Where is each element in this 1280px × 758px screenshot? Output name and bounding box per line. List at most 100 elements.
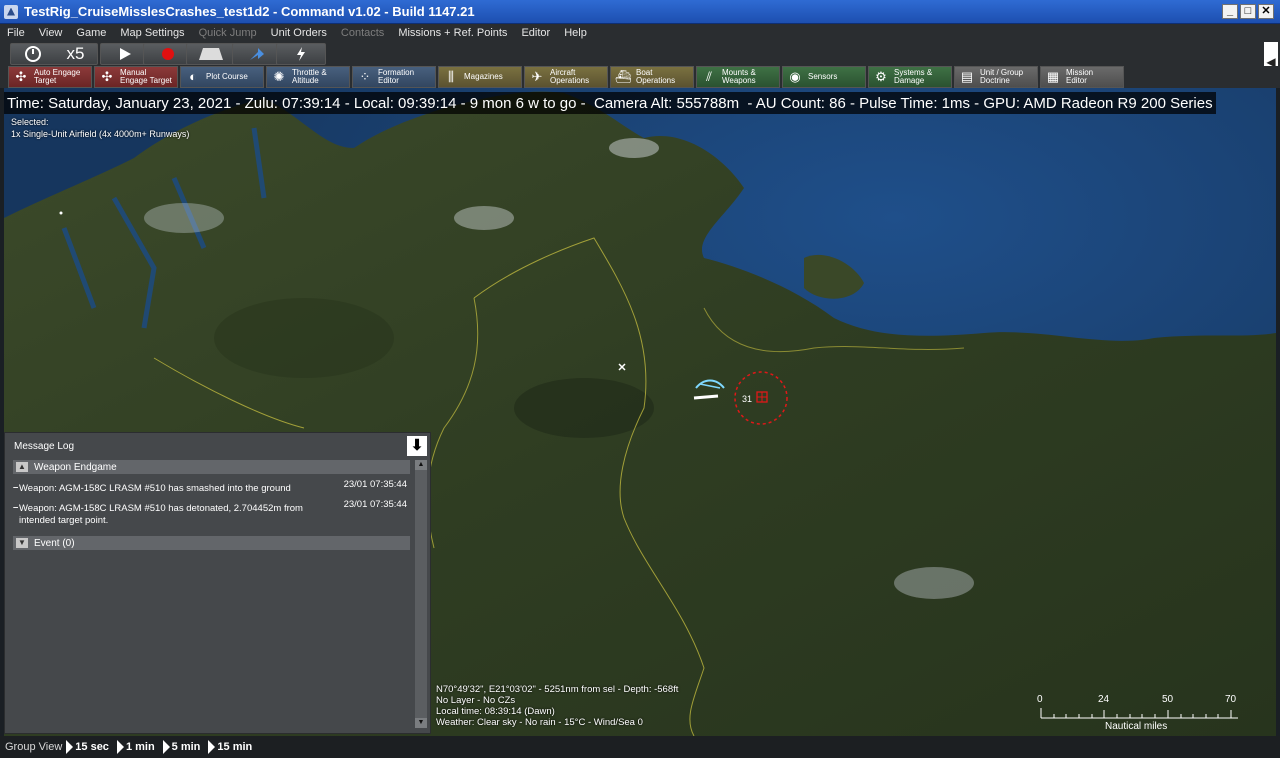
manual-engage-target-button[interactable]: ✣ Manual Engage Target [94,66,178,88]
time-compression-button[interactable]: x5 [10,43,98,65]
scale-tick-label: 70 [1225,694,1237,705]
window-controls: _ □ ✕ [1222,4,1274,19]
log-scrollbar[interactable]: ▲ ▼ [415,460,427,728]
menu-file[interactable]: File [0,27,32,39]
group-weapon-endgame[interactable]: ▲ Weapon Endgame [13,460,410,474]
mounts-weapons-button[interactable]: ⫽ Mounts & Weapons [696,66,780,88]
menu-missions[interactable]: Missions + Ref. Points [391,27,514,39]
contact-count-label: 31 [742,394,753,404]
target-icon: ✣ [15,69,27,84]
menu-game[interactable]: Game [69,27,113,39]
scroll-down-icon[interactable]: ▼ [415,718,427,728]
play-icon [162,740,170,754]
group-label: Event (0) [34,537,75,549]
scale-tick-label: 24 [1098,694,1110,705]
play-icon [116,740,124,754]
play-icon [208,740,216,754]
selected-value: 1x Single-Unit Airfield (4x 4000m+ Runwa… [11,129,190,139]
list-item[interactable]: – Weapon: AGM-158C LRASM #510 has detona… [13,499,413,529]
lightning-button[interactable] [276,43,326,65]
selected-label: Selected: [11,117,49,127]
status-line: Time: Saturday, January 23, 2021 - Zulu:… [4,92,1216,114]
cursor-local-time: Local time: 08:39:14 (Dawn) [436,706,555,717]
play-icon [120,48,131,60]
auto-engage-target-button[interactable]: ✣ Auto Engage Target [8,66,92,88]
scale-bar: 0 24 50 70 Nautical miles [1036,694,1246,734]
target-icon: ✣ [101,69,113,84]
group-event[interactable]: ▼ Event (0) [13,536,410,550]
throttle-icon: ✺ [273,69,285,84]
group-view-label: Group View [5,741,63,753]
bottom-bar: Group View 15 sec 1 min 5 min 15 min [0,736,1280,758]
expand-icon[interactable]: ▼ [16,538,28,548]
scroll-up-icon[interactable]: ▲ [415,460,427,470]
download-icon: ⬇ [410,437,424,454]
mission-icon: ▦ [1046,69,1060,84]
menu-bar: File View Game Map Settings Quick Jump U… [0,24,1280,42]
play-icon [66,740,74,754]
aircraft-icon: ✈ [531,69,543,84]
cursor-position: N70°49'32", E21°03'02" - 5251nm from sel… [436,684,679,695]
title-bar: TestRig_CruiseMisslesCrashes_test1d2 - C… [0,0,1280,24]
step-1-min-button[interactable]: 1 min [116,740,155,754]
boat-operations-button[interactable]: ⛴ Boat Operations [610,66,694,88]
message-log-title: Message Log [14,441,75,452]
menu-help[interactable]: Help [557,27,594,39]
menu-contacts[interactable]: Contacts [334,27,391,39]
plot-course-button[interactable]: ◐ Plot Course [180,66,264,88]
record-icon [162,48,174,60]
action-toolbar: ✣ Auto Engage Target ✣ Manual Engage Tar… [0,66,1280,88]
menu-quick-jump[interactable]: Quick Jump [192,27,264,39]
laptop-icon [199,48,223,60]
formation-icon: ⁘ [359,69,371,84]
menu-editor[interactable]: Editor [514,27,557,39]
scale-ruler [1040,708,1238,719]
step-15-sec-button[interactable]: 15 sec [66,740,109,754]
throttle-altitude-button[interactable]: ✺ Throttle & Altitude [266,66,350,88]
clock-icon [24,46,41,62]
map-cursor-info: N70°49'32", E21°03'02" - 5251nm from sel… [436,684,678,728]
step-5-min-button[interactable]: 5 min [162,740,200,754]
magazine-icon: ⫼ [448,69,454,84]
formation-editor-button[interactable]: ⁘ Formation Editor [352,66,436,88]
aircraft-operations-button[interactable]: ✈ Aircraft Operations [524,66,608,88]
lightning-icon [297,47,305,61]
weapons-icon: ⫽ [706,69,712,84]
maximize-button[interactable]: □ [1240,4,1256,19]
cursor-layer: No Layer - No CZs [436,695,516,706]
selection-info: Selected: 1x Single-Unit Airfield (4x 40… [11,116,189,140]
collapse-icon[interactable]: ▲ [16,462,28,472]
gear-icon: ⚙ [875,69,887,84]
command-app-window: TestRig_CruiseMisslesCrashes_test1d2 - C… [0,0,1280,758]
close-button[interactable]: ✕ [1258,4,1274,19]
menu-unit-orders[interactable]: Unit Orders [264,27,334,39]
scale-tick-label: 50 [1162,694,1174,705]
sensors-button[interactable]: ◉ Sensors [782,66,866,88]
course-icon: ◐ [189,69,197,84]
menu-view[interactable]: View [32,27,70,39]
time-controls: x5 [0,42,1280,66]
step-15-min-button[interactable]: 15 min [208,740,252,754]
scale-unit-label: Nautical miles [1105,721,1168,732]
bullet-icon: – [13,502,19,513]
systems-damage-button[interactable]: ⚙ Systems & Damage [868,66,952,88]
doctrine-icon: ▤ [960,69,974,84]
jump-icon [250,48,264,60]
message-log-panel: Message Log ⬇ ▲ Weapon Endgame – Weapon:… [4,432,431,734]
magazines-button[interactable]: ⫼ Magazines [438,66,522,88]
boat-icon: ⛴ [614,69,632,84]
cursor-weather: Weather: Clear sky - No rain - 15°C - Wi… [436,717,643,728]
group-label: Weapon Endgame [34,461,117,473]
menu-map-settings[interactable]: Map Settings [113,27,191,39]
unit-group-doctrine-button[interactable]: ▤ Unit / Group Doctrine [954,66,1038,88]
laptop-button[interactable] [186,43,236,65]
list-item[interactable]: – Weapon: AGM-158C LRASM #510 has smashe… [13,479,413,497]
download-log-button[interactable]: ⬇ [407,436,427,456]
minimize-button[interactable]: _ [1222,4,1238,19]
scale-tick-label: 0 [1037,694,1043,705]
jump-button[interactable] [232,43,282,65]
window-title: TestRig_CruiseMisslesCrashes_test1d2 - C… [24,4,475,19]
time-compression-label: x5 [66,44,85,63]
mission-editor-button[interactable]: ▦ Mission Editor [1040,66,1124,88]
bullet-icon: – [13,482,19,493]
